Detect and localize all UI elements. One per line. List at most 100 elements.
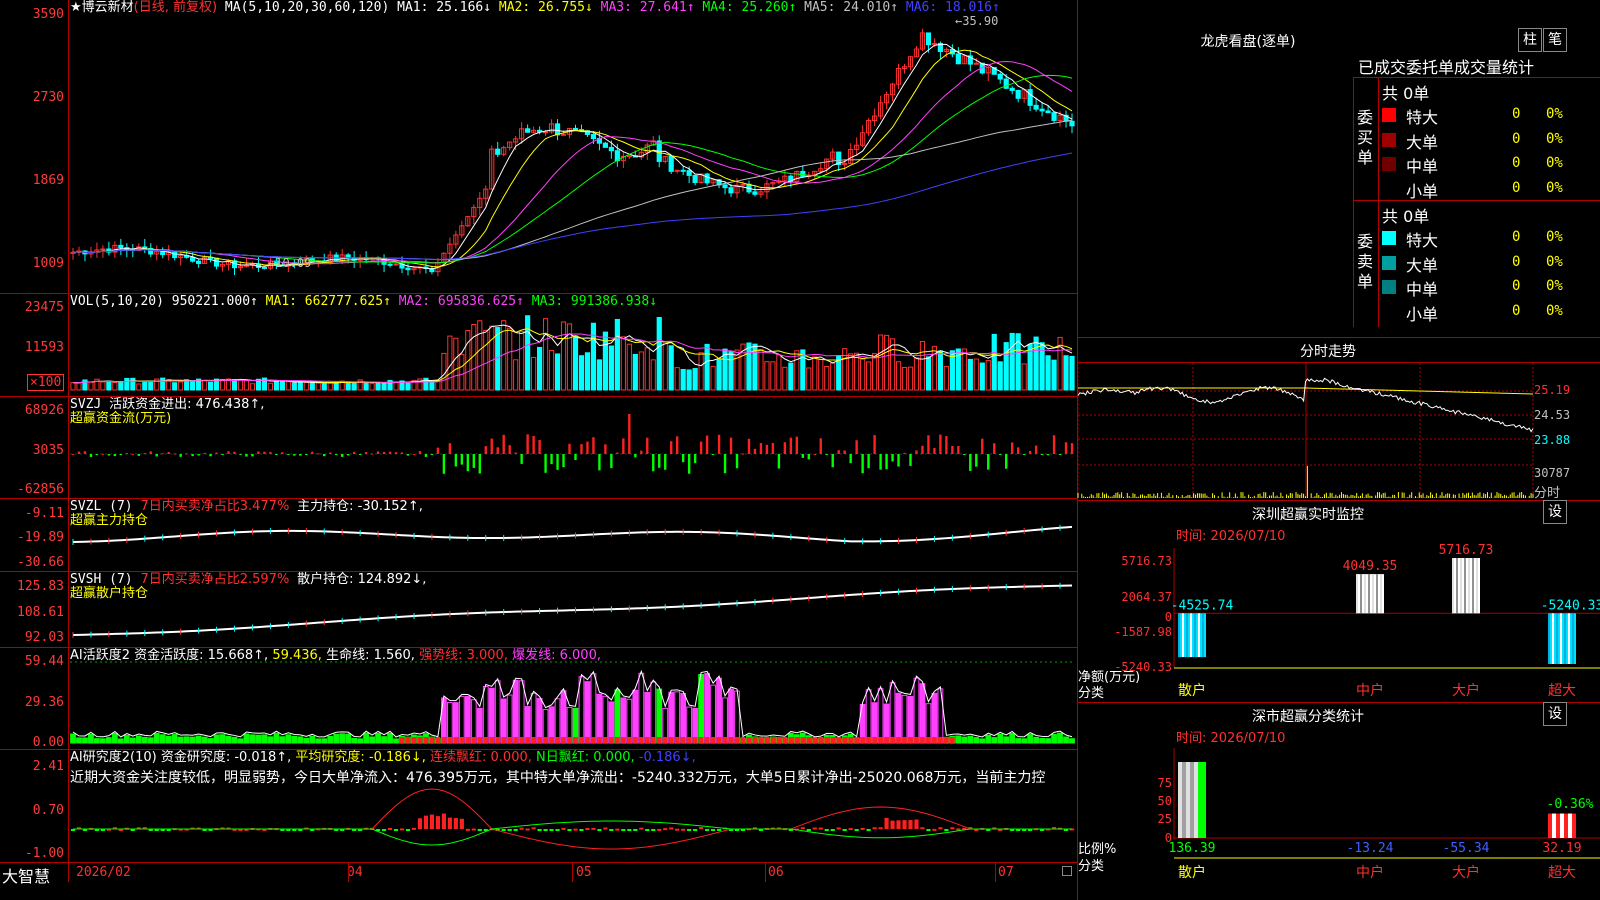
order-percent: 0% [1546,130,1563,147]
flow-bar [454,454,458,467]
volume-bar [686,369,692,391]
volume-bar [1003,342,1009,391]
research-red-line [72,788,1073,850]
activity-bar [650,681,657,744]
lifeline-bar [914,737,919,743]
star-icon[interactable]: ★ [70,0,82,15]
ma-values: MA1: 25.166↓ MA2: 26.755↓ MA3: 27.641↑ M… [397,0,1000,15]
lifeline-bar [555,737,560,743]
lock-icon[interactable] [1062,866,1072,876]
flow-bar [681,454,685,463]
vol-unit[interactable]: ×100 [27,374,65,391]
right-panel: 龙虎看盘(逐单) 柱 笔 已成交委托单成交量统计 委买单 委卖单 共 0单 共 … [1077,0,1600,900]
lifeline-bar [728,737,734,743]
retail-position-chart[interactable] [70,575,1075,645]
bar-value-label: -55.34 [1443,841,1490,856]
volume-bar [202,380,208,391]
intraday-chart[interactable] [1077,363,1534,498]
monitor-bar-stripe [1460,558,1462,614]
stock-name[interactable]: 博云新材 [82,0,134,15]
chart-mode[interactable]: (日线, 前复权) [134,0,217,15]
lifeline-bar [471,737,477,743]
lifeline-bar [806,737,812,743]
classify-settings-button[interactable]: 设 [1543,702,1567,726]
svzj-axis-label: 68926 [24,403,64,418]
bar-view-button[interactable]: 柱 [1518,28,1542,52]
ai-research-chart[interactable] [70,785,1075,860]
monitor-settings-button[interactable]: 设 [1543,500,1567,524]
flow-bar [1016,447,1020,454]
svzl-axis-label: -30.66 [17,555,64,570]
flow-bar [831,454,834,468]
lifeline-bar [543,737,548,743]
flow-bar [221,454,224,455]
candle-body [1015,89,1021,99]
main-force-position-chart[interactable] [70,500,1075,570]
volume-bar [866,361,872,391]
volume-bar [519,330,525,391]
research-bar [429,814,435,829]
flow-bar [251,454,254,457]
activity-bar [877,688,884,744]
activity-bar [470,699,477,744]
flow-bar [1064,442,1068,454]
volume-bar [1009,332,1015,391]
svsh-axis-label: 125.83 [17,579,64,594]
flow-bar [484,446,487,454]
classification-chart[interactable]: 136.39 -13.24 -55.34 32.19 -0.36% 散户 中户 大户 超大 [1169,748,1600,898]
volume-bar [106,381,112,391]
lifeline-bar [722,737,728,743]
ma-line [72,119,1073,261]
volume-bar [764,361,770,391]
flow-bar [909,454,912,466]
classify-xlabel: 分类 [1078,859,1105,874]
activity-bar [722,697,728,744]
flow-bar [921,445,924,454]
monitor-bar-stripe [1356,574,1358,614]
flow-bar [209,454,212,457]
lifeline-bar [435,737,441,743]
volume-bar [578,355,585,391]
activity-bar [656,688,663,744]
research-bar [926,829,931,831]
candlestick-chart[interactable] [70,17,1075,292]
flow-bar [885,454,888,470]
candle-body [1009,87,1015,91]
lifeline-bar [710,737,716,743]
activity-bar [452,702,459,744]
activity-bar [590,673,597,744]
flow-bar [969,454,972,471]
tick-view-button[interactable]: 笔 [1543,28,1567,52]
research-bar [716,829,722,831]
fund-flow-chart[interactable] [70,400,1075,496]
main-chart-area[interactable]: ★博云新材(日线, 前复权) MA(5,10,20,30,60,120) MA1… [0,0,1078,900]
flow-bar [1022,454,1026,455]
activity-bar [1051,733,1057,744]
ai-research-sentence: 近期大资金关注度较低，明显弱势，今日大单净流入：476.395万元，其中特大单净… [70,770,1046,786]
research-bar [567,829,572,831]
candle-body [172,251,178,259]
volume-bar [393,381,399,391]
volume-bar [662,341,668,391]
ai-activity-chart[interactable] [70,655,1075,745]
flow-bar [993,443,996,454]
volume-bar [429,381,435,391]
brand-logo[interactable]: 大智慧 [2,863,50,887]
lifeline-bar [782,737,788,743]
research-bar [800,827,805,830]
order-count: 0 [1512,106,1521,122]
lifeline-bar [465,737,471,743]
lifeline-bar [495,737,501,743]
activity-bar [147,737,154,744]
intraday-axis-label: 分时 [1534,486,1561,501]
flow-bar [418,451,422,454]
volume-chart[interactable] [70,310,1075,391]
activity-bar [554,698,561,744]
realtime-monitor-chart[interactable]: -4525.74 4049.35 5716.73 -5240.33 散户 中户 大户 超大 [1171,543,1600,699]
bar-value-label: -13.24 [1347,841,1394,856]
lifeline-bar [423,737,429,743]
volume-bar [273,380,279,391]
date-label: 2026/02 [76,865,131,880]
monitor-bar-stripe [1202,613,1204,658]
monitor-bar [1356,574,1384,614]
